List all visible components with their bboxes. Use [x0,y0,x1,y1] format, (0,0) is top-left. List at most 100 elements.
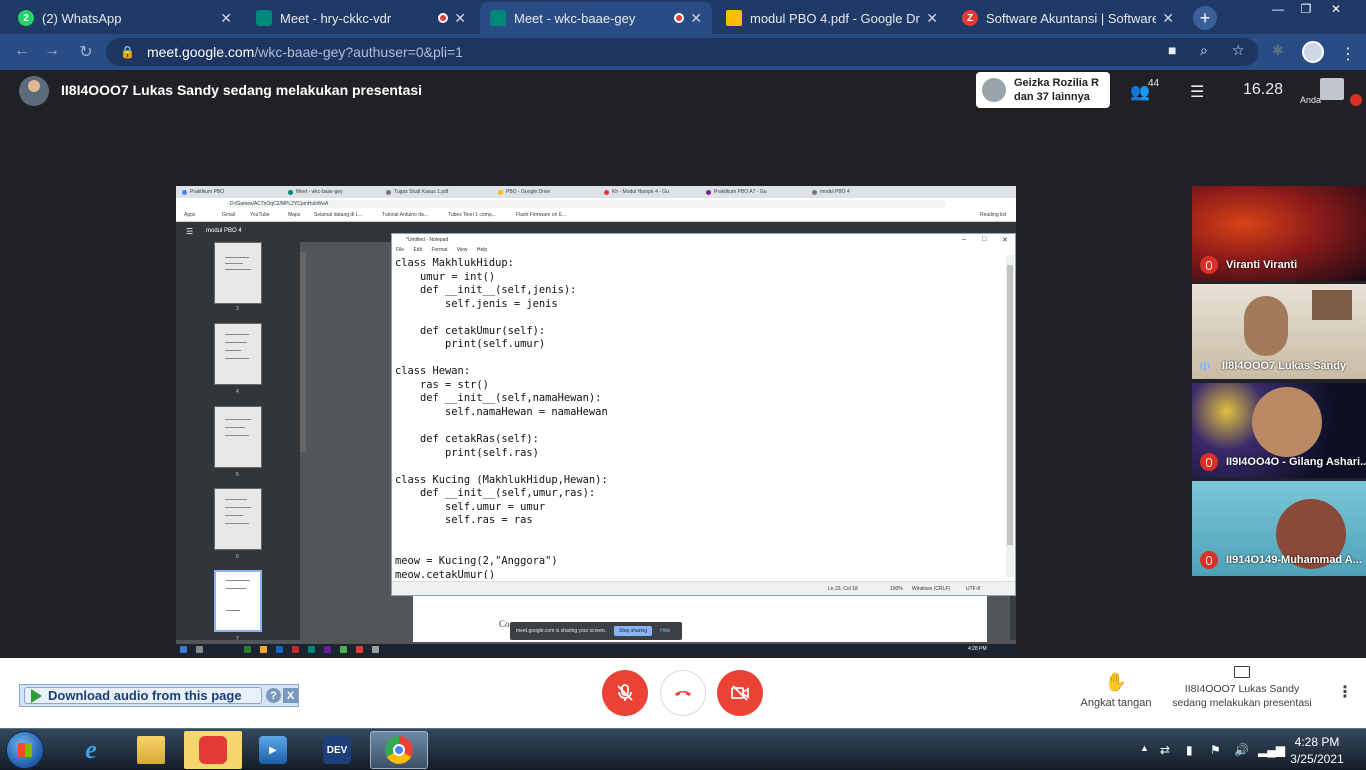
muted-icon [1350,94,1362,106]
reload-icon[interactable]: ↻ [76,42,96,62]
presenting-status: sedang melakukan presentasi [1172,697,1312,709]
camera-toggle-button[interactable] [717,670,763,716]
chrome-icon [385,736,413,764]
participant-others: dan 37 lainnya [1014,91,1090,103]
download-audio-label: Download audio from this page [48,688,242,703]
close-icon[interactable]: ✕ [926,10,938,27]
chat-icon[interactable]: ☰ [1190,82,1204,102]
participant-label: II914O149-Muhammad A... [1200,551,1362,569]
extensions-icon[interactable]: ✱ [1272,42,1284,59]
volume-icon[interactable]: 🔊 [1234,743,1249,757]
close-icon[interactable]: ✕ [690,10,702,27]
windows-explorer-icon [137,736,165,764]
start-button[interactable] [6,731,44,769]
taskbar-app[interactable] [184,731,242,769]
wifi-icon[interactable]: ▂▄▆ [1258,743,1285,757]
tab-meet-wkc[interactable]: Meet - wkc-baae-gey ✕ [480,2,712,34]
help-button[interactable]: ? [266,688,281,703]
participants-preview[interactable]: Geizka Rozilia R dan 37 lainnya [976,72,1110,108]
tab-meet-hry[interactable]: Meet - hry-ckkc-vdr ✕ [246,2,476,34]
system-clock[interactable]: 4:28 PM 3/25/2021 [1287,734,1347,768]
taskbar-app[interactable] [370,731,428,769]
bookmark: Selamat datang di L... [314,212,363,218]
browser-menu-icon[interactable]: ⋮ [1340,44,1356,64]
thumbnail-number: 5 [236,472,239,478]
thumbnail-number: 6 [236,554,239,560]
shared-bookmarks-bar: Apps Gmail YouTube Maps Selamat datang d… [176,210,1016,222]
taskbar-app[interactable]: DEV [308,731,366,769]
taskbar-app[interactable]: ▶ [244,731,302,769]
zoom-icon[interactable]: ⌕ [1200,42,1208,59]
tab-whatsapp[interactable]: 2 (2) WhatsApp ✕ [8,2,242,34]
download-audio-button[interactable]: Download audio from this page [24,687,262,704]
close-icon[interactable]: ✕ [454,10,466,27]
notepad-menu: File Edit Format View Help [392,246,1015,255]
bookmark: Tutorial Arduino da... [382,212,428,218]
pdf-thumbnail [214,323,262,385]
leave-call-button[interactable] [660,670,706,716]
raise-hand-button[interactable]: ✋ Angkat tangan [1076,672,1156,709]
bookmark: Apps [184,212,196,218]
network-status-icon[interactable]: ⇄ [1160,743,1170,757]
thumbnail-scrollbar [300,252,306,452]
forward-icon[interactable]: → [42,42,62,60]
notepad-menu-item: Edit [413,247,423,253]
shared-tab: PBO - Google Drive [498,187,550,197]
participant-tile[interactable]: II914O149-Muhammad A... [1192,481,1366,576]
raise-hand-label: Angkat tangan [1080,697,1152,709]
show-hidden-icons[interactable]: ▲ [1140,743,1149,753]
app-icon [276,646,283,653]
self-label: Anda [1300,95,1322,105]
close-icon[interactable]: ✕ [220,10,232,27]
tab-title: Meet - hry-ckkc-vdr [280,10,392,26]
close-extension-button[interactable]: X [283,688,298,703]
bookmark: Maps [288,212,301,218]
presentation-info[interactable]: II8I4OOO7 Lukas Sandy sedang melakukan p… [1166,666,1318,710]
tab-google-drive[interactable]: modul PBO 4.pdf - Google Drive ✕ [716,2,948,34]
more-options-icon[interactable]: ⋮ [1337,682,1353,702]
sharing-notice-text: meet.google.com is sharing your screen. [516,628,607,634]
participant-label: II8I4OOO7 Lukas Sandy [1200,360,1346,372]
restore-button[interactable]: ❐ [1292,0,1320,18]
camera-icon[interactable]: ■ [1168,42,1176,58]
profile-avatar[interactable] [1302,41,1324,63]
mic-off-icon [1200,256,1218,274]
participant-tile[interactable]: II8I4OOO7 Lukas Sandy [1192,284,1366,379]
meet-icon [256,10,272,26]
mic-toggle-button[interactable] [602,670,648,716]
tab-software-akuntansi[interactable]: Z Software Akuntansi | Software Ja ✕ [952,2,1184,34]
recording-icon [438,13,449,23]
tab-title: (2) WhatsApp [42,10,122,26]
thumbnail-number: 4 [236,389,239,395]
back-icon[interactable]: ← [12,42,32,60]
dev-cpp-icon: DEV [323,736,351,764]
participant-name: II8I4OOO7 Lukas Sandy [1222,360,1347,372]
address-bar[interactable]: 🔒 meet.google.com/wkc-baae-gey?authuser=… [106,38,1258,66]
self-thumbnail [1320,78,1344,100]
taskbar-app[interactable]: e [62,731,120,769]
participant-tile[interactable]: II9I4OO4O - Gilang Ashari... [1192,383,1366,478]
taskbar-app[interactable] [122,731,180,769]
battery-icon[interactable]: ▮ [1186,743,1193,757]
participant-tile[interactable]: Viranti Viranti [1192,186,1366,281]
notepad-title: *Untitled - Notepad [392,234,1015,246]
presenter-avatar [19,76,49,106]
participant-video [1244,296,1288,356]
notepad-window: *Untitled - Notepad – □ ✕ File Edit Form… [391,233,1016,596]
participant-name: II914O149-Muhammad A... [1226,554,1362,566]
app-icon [244,646,251,653]
presenter-banner: II8I4OOO7 Lukas Sandy sedang melakukan p… [61,82,423,98]
action-center-icon[interactable]: ⚑ [1210,743,1221,757]
status-position: Ln 23, Col 18 [828,586,858,592]
minimize-button[interactable]: — [1264,0,1292,18]
bookmark-star-icon[interactable]: ☆ [1232,42,1245,59]
participant-name: Viranti Viranti [1226,259,1298,271]
close-icon[interactable]: ✕ [1162,10,1174,27]
bookmark: Gmail [222,212,236,218]
close-window-button[interactable]: ✕ [1322,0,1350,18]
people-icon[interactable]: 👥 [1130,82,1150,102]
notepad-scrollbar [1006,255,1014,577]
shared-browser-tabs: Praktikum PBO Meet - wkc-baae-gey Tugas … [176,186,1016,198]
pdf-thumbnails: 3 4 5 6 7 [176,242,300,642]
new-tab-button[interactable]: + [1193,6,1217,30]
